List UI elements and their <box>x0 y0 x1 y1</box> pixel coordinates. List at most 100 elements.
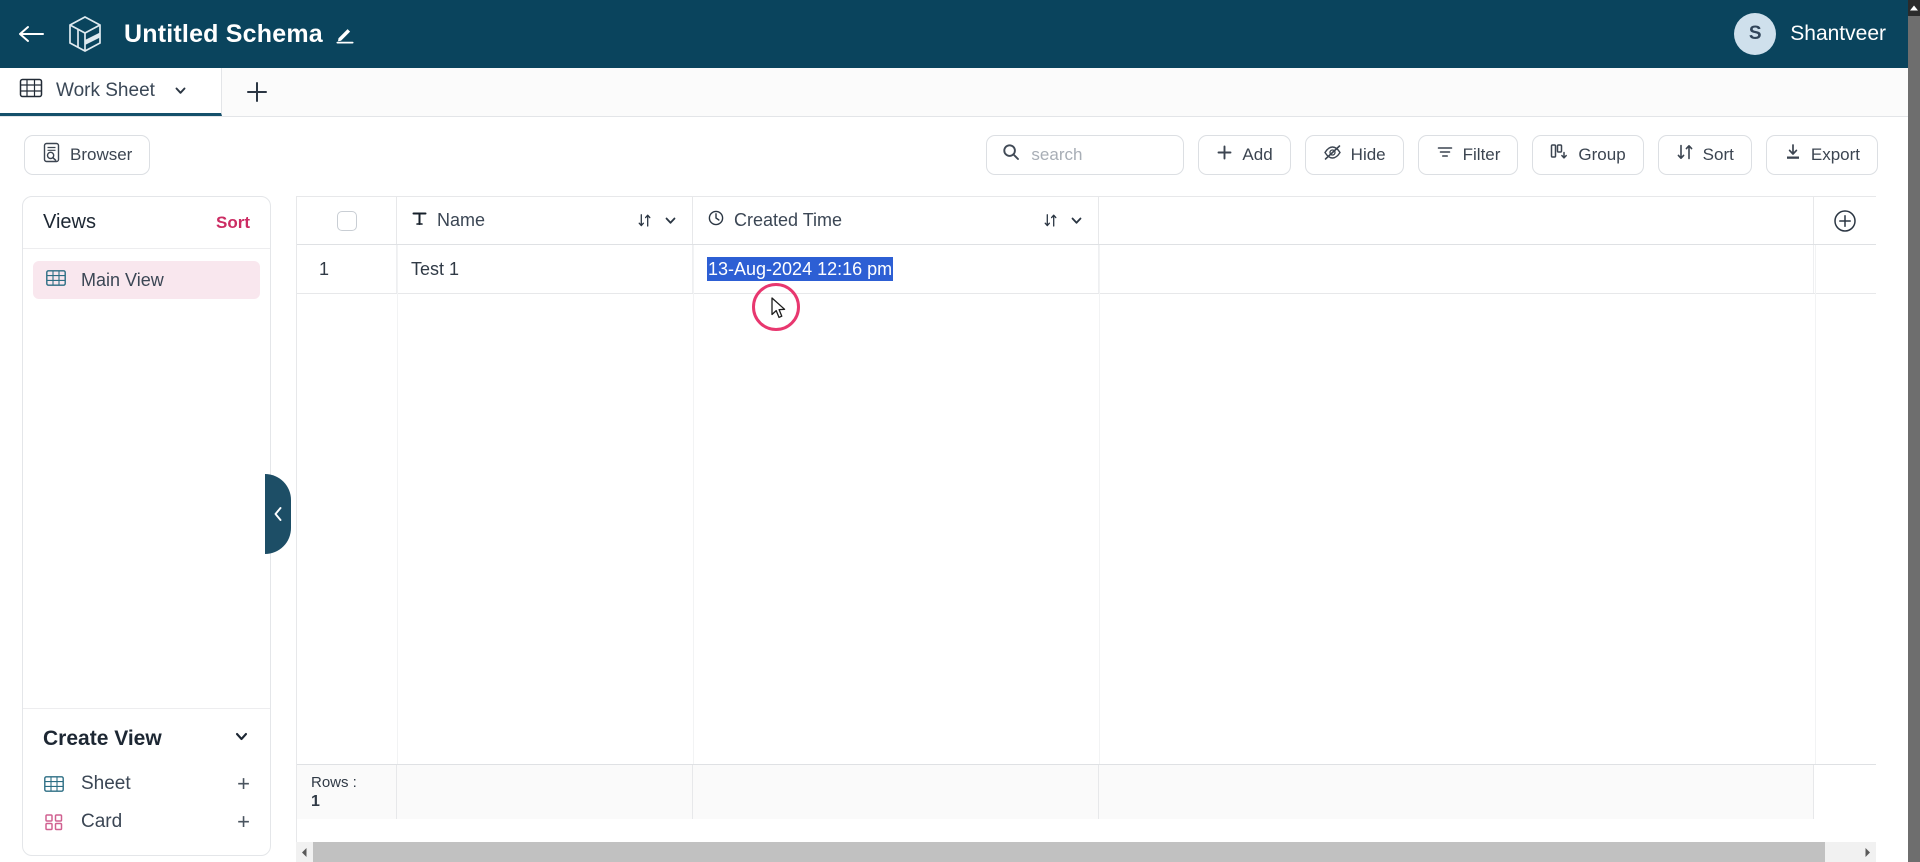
grid-table-icon <box>43 773 69 795</box>
views-header: Views Sort <box>23 197 270 249</box>
footer-cell-created-time <box>693 765 1099 819</box>
sort-button-label: Sort <box>1702 144 1734 164</box>
rows-count: 1 <box>311 792 320 810</box>
cell-filler <box>1099 245 1814 293</box>
group-button[interactable]: Group <box>1532 134 1644 175</box>
grid-table-icon <box>18 75 44 106</box>
sidebar-item-label: Main View <box>81 269 164 290</box>
row-number: 1 <box>297 245 397 293</box>
grid-body: 1 Test 1 13-Aug-2024 12:16 pm <box>297 245 1876 764</box>
tab-work-sheet[interactable]: Work Sheet <box>0 68 222 116</box>
column-header-label: Name <box>437 210 486 230</box>
horizontal-scrollbar[interactable] <box>296 842 1876 862</box>
browser-button-label: Browser <box>70 144 133 164</box>
chevron-up-icon[interactable] <box>1908 0 1920 16</box>
page-title: Untitled Schema <box>124 19 323 48</box>
clock-icon <box>707 209 725 232</box>
chevron-down-icon[interactable] <box>173 83 188 98</box>
hscroll-track[interactable] <box>313 842 1859 862</box>
create-view-section: Create View Sheet + Card + <box>23 708 270 855</box>
chevron-down-icon[interactable] <box>233 728 250 750</box>
workspace-body: Views Sort Main View Create View Sheet +… <box>0 192 1908 862</box>
grid-table-icon <box>45 267 67 294</box>
add-column-button[interactable] <box>1814 197 1876 244</box>
hide-button-label: Hide <box>1350 144 1386 164</box>
pencil-icon[interactable] <box>334 23 356 45</box>
search-input[interactable] <box>1031 144 1169 165</box>
plus-icon[interactable]: + <box>237 773 250 795</box>
create-view-item-label: Card <box>81 811 123 832</box>
user-menu[interactable]: S Shantveer <box>1734 13 1886 55</box>
filter-icon <box>1436 144 1454 165</box>
footer-filler <box>1099 765 1814 819</box>
rows-label: Rows : <box>311 773 357 791</box>
card-squares-icon <box>43 811 69 833</box>
selected-cell-text: 13-Aug-2024 12:16 pm <box>707 256 894 282</box>
sort-button[interactable]: Sort <box>1657 134 1752 175</box>
sort-arrows-icon <box>1676 143 1694 166</box>
hide-button[interactable]: Hide <box>1304 134 1404 175</box>
create-view-item-card[interactable]: Card + <box>23 803 270 841</box>
vertical-scrollbar[interactable] <box>1908 0 1920 862</box>
app-header: Untitled Schema S Shantveer <box>0 0 1908 68</box>
views-sidebar: Views Sort Main View Create View Sheet +… <box>22 196 271 856</box>
search-box[interactable] <box>986 134 1185 175</box>
grid-toolbar: Browser Add Hide Filter <box>0 117 1908 192</box>
rows-summary: Rows : 1 <box>297 765 397 819</box>
chevron-left-icon[interactable] <box>296 842 313 862</box>
grid-header-filler <box>1099 197 1814 244</box>
data-grid: Name Created Time 1 Test 1 13-Aug-2024 1… <box>296 196 1876 856</box>
group-icon <box>1550 143 1569 166</box>
text-type-icon <box>411 210 428 232</box>
footer-cell-name <box>397 765 693 819</box>
plus-icon <box>1216 144 1233 166</box>
back-arrow-icon[interactable] <box>14 17 48 51</box>
add-button[interactable]: Add <box>1198 134 1291 175</box>
filter-button[interactable]: Filter <box>1417 134 1519 175</box>
filter-button-label: Filter <box>1462 144 1501 164</box>
avatar: S <box>1734 13 1777 55</box>
select-all-cell <box>297 197 397 244</box>
cell-tail <box>1814 245 1876 293</box>
cell-created-time[interactable]: 13-Aug-2024 12:16 pm <box>693 245 1099 293</box>
download-icon <box>1784 143 1802 166</box>
tab-label: Work Sheet <box>56 79 155 101</box>
hscroll-thumb[interactable] <box>313 842 1825 862</box>
vscroll-thumb[interactable] <box>1908 16 1920 862</box>
add-tab-button[interactable] <box>222 68 292 116</box>
plus-icon[interactable]: + <box>237 811 250 833</box>
create-view-item-label: Sheet <box>81 773 131 794</box>
export-button-label: Export <box>1810 144 1860 164</box>
search-icon <box>1002 143 1020 166</box>
column-header-name[interactable]: Name <box>397 197 693 244</box>
views-list: Main View <box>23 249 270 708</box>
eye-off-icon <box>1323 144 1342 166</box>
footer-tail <box>1814 765 1876 819</box>
grid-header-row: Name Created Time <box>297 196 1876 245</box>
cell-name[interactable]: Test 1 <box>397 245 693 293</box>
browser-button[interactable]: Browser <box>24 134 151 175</box>
grid-footer: Rows : 1 <box>297 764 1876 819</box>
export-button[interactable]: Export <box>1765 134 1878 175</box>
sidebar-collapse-handle[interactable] <box>265 474 291 554</box>
views-sort-link[interactable]: Sort <box>216 213 250 233</box>
sort-arrows-icon[interactable] <box>1043 213 1058 228</box>
user-name: Shantveer <box>1790 22 1886 45</box>
create-view-item-sheet[interactable]: Sheet + <box>23 765 270 803</box>
cube-logo-icon[interactable] <box>62 11 108 57</box>
chevron-down-icon[interactable] <box>663 213 678 228</box>
chevron-right-icon[interactable] <box>1859 842 1876 862</box>
table-row[interactable]: 1 Test 1 13-Aug-2024 12:16 pm <box>297 245 1876 294</box>
select-all-checkbox[interactable] <box>336 210 357 231</box>
sidebar-item-main-view[interactable]: Main View <box>33 261 260 299</box>
create-view-header[interactable]: Create View <box>23 709 270 765</box>
add-button-label: Add <box>1242 144 1273 164</box>
views-title: Views <box>43 211 96 233</box>
column-header-created-time[interactable]: Created Time <box>693 197 1099 244</box>
chevron-down-icon[interactable] <box>1069 213 1084 228</box>
column-header-label: Created Time <box>734 210 843 230</box>
toolbar-actions: Add Hide Filter Group Sort <box>986 134 1878 175</box>
worksheet-tab-bar: Work Sheet <box>0 68 1908 117</box>
document-search-icon <box>42 142 61 168</box>
sort-arrows-icon[interactable] <box>637 213 652 228</box>
